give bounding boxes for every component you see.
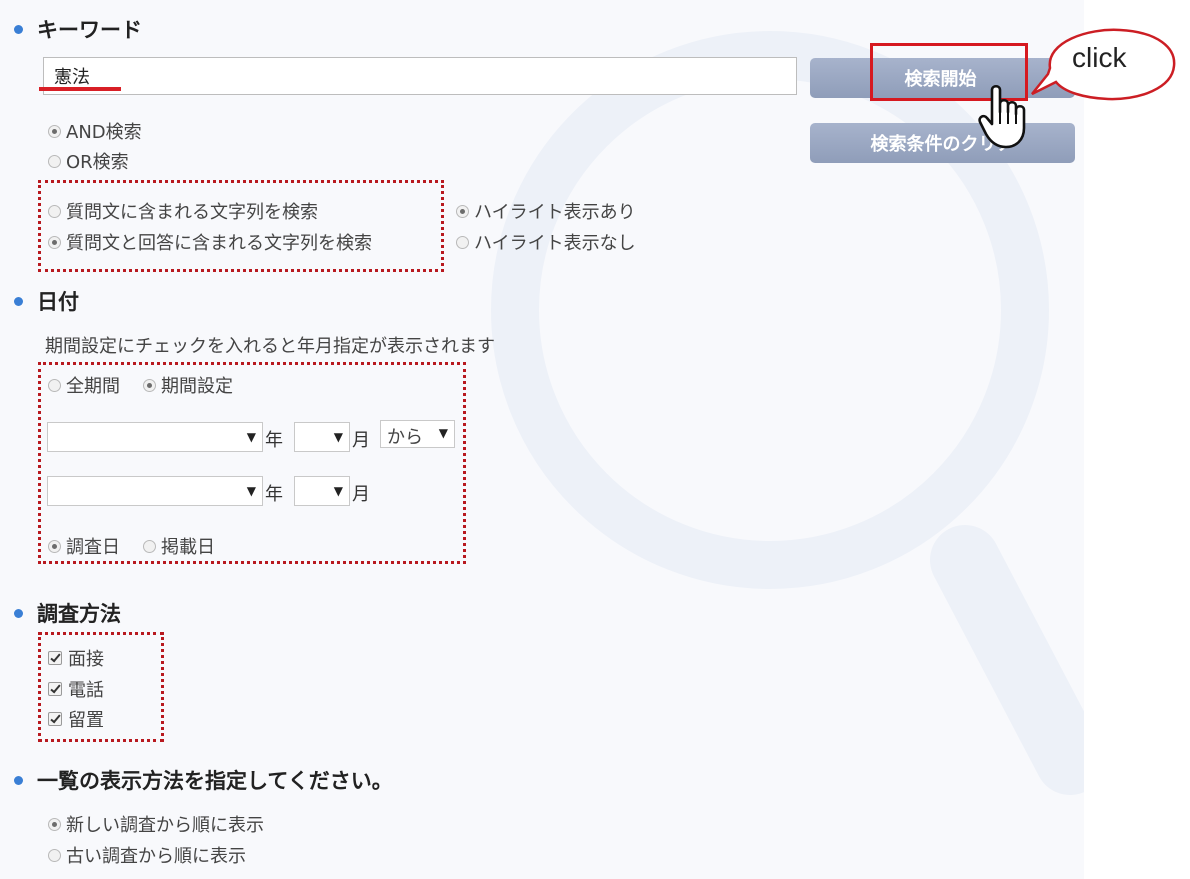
to-year-select[interactable]: ▼ [47, 476, 263, 506]
bullet-icon [14, 296, 23, 306]
from-month-unit: 月 [352, 430, 370, 451]
to-month-unit: 月 [352, 484, 370, 505]
bullet-icon [14, 775, 23, 785]
from-month-select[interactable]: ▼ [294, 422, 350, 452]
radio-icon [48, 204, 61, 218]
dropdown-arrow-icon: ▼ [333, 484, 343, 498]
checkbox-icon [48, 712, 62, 726]
method-placement-checkbox[interactable]: 留置 [48, 706, 104, 732]
dropdown-arrow-icon: ▼ [333, 430, 343, 444]
display-heading: 一覧の表示方法を指定してください。 [14, 765, 393, 795]
publish-date-radio[interactable]: 掲載日 [143, 533, 215, 559]
from-to-select[interactable]: から ▼ [380, 420, 455, 448]
scope-question-radio[interactable]: 質問文に含まれる文字列を検索 [48, 198, 318, 224]
radio-icon [48, 539, 61, 553]
radio-icon [48, 235, 61, 249]
pointer-hand-icon [978, 84, 1026, 149]
radio-icon [48, 154, 61, 168]
bullet-icon [14, 24, 23, 34]
to-month-select[interactable]: ▼ [294, 476, 350, 506]
oldest-first-radio[interactable]: 古い調査から順に表示 [48, 842, 246, 868]
and-search-radio[interactable]: AND検索 [48, 118, 142, 144]
bullet-icon [14, 608, 23, 618]
keyword-heading: キーワード [14, 14, 142, 44]
scope-question-answer-radio[interactable]: 質問文と回答に含まれる文字列を検索 [48, 229, 372, 255]
period-setting-radio[interactable]: 期間設定 [143, 372, 233, 398]
date-heading: 日付 [14, 286, 79, 316]
click-label: click [1072, 42, 1127, 73]
radio-icon [143, 539, 156, 553]
method-heading: 調査方法 [14, 598, 121, 628]
highlight-on-radio[interactable]: ハイライト表示あり [456, 198, 636, 224]
method-phone-checkbox[interactable]: 電話 [48, 676, 104, 702]
date-help-text: 期間設定にチェックを入れると年月指定が表示されます [45, 336, 495, 357]
radio-icon [48, 817, 61, 831]
radio-icon [48, 124, 61, 138]
survey-date-radio[interactable]: 調査日 [48, 533, 120, 559]
newest-first-radio[interactable]: 新しい調査から順に表示 [48, 811, 264, 837]
method-interview-checkbox[interactable]: 面接 [48, 645, 104, 671]
dropdown-arrow-icon: ▼ [246, 430, 256, 444]
scope-options-annotation [38, 180, 444, 272]
checkbox-icon [48, 682, 62, 696]
radio-icon [456, 204, 469, 218]
highlight-off-radio[interactable]: ハイライト表示なし [456, 229, 636, 255]
radio-icon [143, 378, 156, 392]
checkbox-icon [48, 651, 62, 665]
dropdown-arrow-icon: ▼ [438, 426, 448, 440]
all-period-radio[interactable]: 全期間 [48, 372, 120, 398]
to-year-unit: 年 [265, 484, 283, 505]
or-search-radio[interactable]: OR検索 [48, 148, 129, 174]
keyword-underline-annotation [39, 87, 121, 91]
from-year-unit: 年 [265, 430, 283, 451]
radio-icon [48, 378, 61, 392]
dropdown-arrow-icon: ▼ [246, 484, 256, 498]
keyword-input[interactable] [43, 57, 797, 95]
radio-icon [48, 848, 61, 862]
radio-icon [456, 235, 469, 249]
from-year-select[interactable]: ▼ [47, 422, 263, 452]
